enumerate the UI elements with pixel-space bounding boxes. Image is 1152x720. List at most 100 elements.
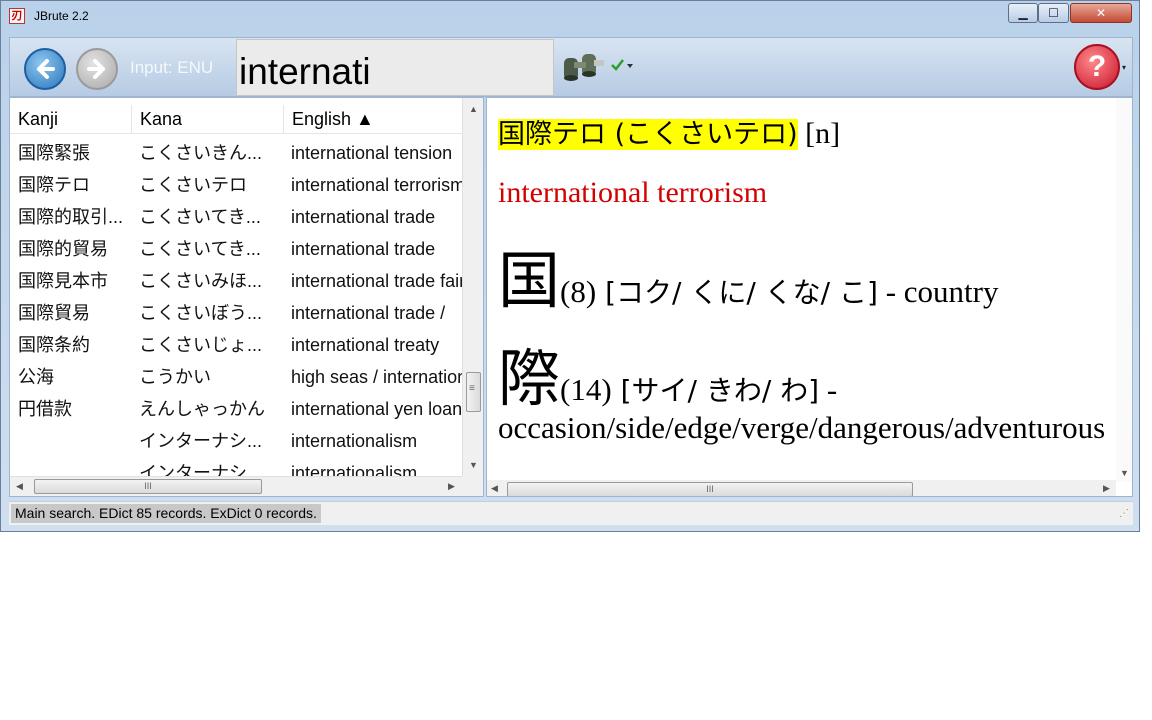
table-row[interactable]: 国際見本市 こくさいみほ... international trade fair [10, 265, 462, 297]
cell-kana: こうかい [139, 367, 211, 387]
arrow-right-icon [87, 59, 105, 79]
kanji-entry: 国(8) [コク/ くに/ くな/ こ] - country [498, 230, 998, 320]
toolbar: Input: ENU ? ▾ [9, 37, 1133, 97]
cell-kanji: 国際見本市 [18, 271, 108, 291]
kanji-char: 国 [498, 244, 561, 317]
cell-kana: えんしゃっかん [139, 399, 265, 419]
cell-english: internationalism [291, 463, 418, 477]
scroll-right-icon[interactable]: ▶ [1103, 483, 1110, 494]
scroll-left-icon[interactable]: ◀ [16, 481, 23, 492]
app-window: 刃 JBrute 2.2 ▁ ☐ ✕ Input: ENU ? ▾ [0, 0, 1140, 532]
kanji-entry: 際(14) [サイ/ きわ/ わ] - [498, 328, 837, 418]
cell-english: international trade / [291, 303, 446, 323]
table-row[interactable]: インターナシ... internationalism [10, 457, 462, 477]
help-button[interactable]: ? [1074, 44, 1120, 90]
table-row[interactable]: 国際的取引... こくさいてき... international trade [10, 201, 462, 233]
cell-english: international tension [291, 143, 453, 163]
list-horizontal-scrollbar[interactable]: ◀ III ▶ [10, 476, 462, 496]
table-row[interactable]: 公海 こうかい high seas / international [10, 361, 462, 393]
table-row[interactable]: インターナシ... internationalism [10, 425, 462, 457]
list-vertical-scrollbar[interactable]: ▲ ≡ ▼ [462, 98, 483, 476]
cell-english: international trade [291, 207, 436, 227]
kanji-meaning: - country [877, 274, 999, 309]
cell-english: international yen loan [291, 399, 462, 419]
grip-icon: ≡ [469, 383, 475, 394]
search-input[interactable] [236, 39, 554, 96]
cell-kana: こくさいてき... [139, 239, 261, 259]
table-row[interactable]: 国際条約 こくさいじょ... international treaty [10, 329, 462, 361]
kanji-meaning: - [819, 372, 838, 407]
check-dropdown-icon[interactable] [610, 58, 634, 72]
resize-grip-icon[interactable]: ⋰ [1119, 508, 1129, 519]
vertical-scroll-thumb[interactable]: ≡ [466, 372, 481, 412]
table-row[interactable]: 円借款 えんしゃっかん international yen loan [10, 393, 462, 425]
cell-kana: こくさいみほ... [139, 271, 263, 291]
back-button[interactable] [24, 48, 66, 90]
close-button[interactable]: ✕ [1070, 3, 1132, 23]
cell-english: international treaty [291, 335, 440, 355]
cell-english: internationalism [291, 431, 418, 451]
cell-kanji: 公海 [18, 367, 54, 387]
kanji-meaning-continued: occasion/side/edge/verge/dangerous/adven… [498, 410, 1106, 445]
cell-english: international trade [291, 239, 436, 259]
minimize-button[interactable]: ▁ [1008, 3, 1038, 23]
scroll-corner [462, 476, 483, 496]
maximize-button[interactable]: ☐ [1038, 3, 1069, 23]
kanji-readings: [サイ/ きわ/ わ] [611, 374, 820, 407]
cell-kanji: 円借款 [18, 399, 72, 419]
cell-kanji: 国際緊張 [18, 143, 90, 163]
headword-highlight: 国際テロ (こくさいテロ) [498, 119, 798, 150]
cell-english: high seas / international [291, 367, 462, 387]
cell-english: international terrorism [291, 175, 462, 195]
scroll-left-icon[interactable]: ◀ [491, 483, 498, 494]
scroll-right-icon[interactable]: ▶ [448, 481, 455, 492]
title-bar[interactable]: 刃 JBrute 2.2 ▁ ☐ ✕ [1, 1, 1139, 31]
horizontal-scroll-thumb[interactable]: III [34, 479, 262, 494]
cell-kana: こくさいテロ [139, 175, 247, 195]
cell-kanji: 国際条約 [18, 335, 90, 355]
result-rows: 国際緊張 こくさいきん... international tension 国際テロこ… [10, 137, 462, 477]
entry-detail-pane: 国際テロ (こくさいテロ) [n] international terroris… [486, 97, 1133, 497]
kanji-strokes: (14) [560, 372, 612, 407]
kanji-char: 際 [498, 342, 561, 415]
part-of-speech: [n] [797, 117, 841, 150]
results-list: Kanji Kana English ▲ 国際緊張 こくさいきん... intern… [9, 97, 484, 497]
table-row[interactable]: 国際テロ こくさいテロ international terrorism [10, 169, 462, 201]
cell-kana: こくさいぼう... [139, 303, 263, 323]
entry-headword: 国際テロ (こくさいテロ) [n] [498, 112, 840, 151]
cell-kana: こくさいじょ... [139, 335, 263, 355]
status-bar: Main search. EDict 85 records. ExDict 0 … [9, 501, 1133, 525]
column-header-english[interactable]: English ▲ [284, 105, 464, 133]
horizontal-scroll-thumb[interactable]: III [507, 482, 913, 496]
table-row[interactable]: 国際緊張 こくさいきん... international tension [10, 137, 462, 169]
entry-meaning: international terrorism [498, 176, 768, 209]
help-dropdown-icon[interactable]: ▾ [1122, 63, 1126, 72]
forward-button[interactable] [76, 48, 118, 90]
cell-kana: インターナシ... [139, 431, 263, 451]
column-header-kana[interactable]: Kana [132, 105, 284, 133]
window-title: JBrute 2.2 [34, 9, 89, 23]
detail-horizontal-scrollbar[interactable]: ◀ III ▶ [487, 480, 1116, 496]
table-row[interactable]: 国際的貿易 こくさいてき... international trade [10, 233, 462, 265]
detail-vertical-scrollbar[interactable]: ▼ [1116, 98, 1132, 482]
scroll-up-icon[interactable]: ▲ [469, 104, 478, 114]
column-header-kanji[interactable]: Kanji [10, 105, 132, 133]
column-headers: Kanji Kana English ▲ [10, 105, 462, 134]
headword-reading: テロ (こくさいテロ) [552, 119, 798, 150]
binoculars-icon[interactable] [558, 48, 608, 84]
input-mode-label[interactable]: Input: ENU [130, 58, 213, 78]
cell-kana: インターナシ... [139, 463, 263, 477]
kanji-strokes: (8) [560, 274, 597, 309]
kanji-readings: [コク/ くに/ くな/ こ] [596, 276, 878, 309]
cell-kanji: 国際的取引... [18, 207, 124, 227]
arrow-left-icon [37, 59, 55, 79]
scroll-down-icon[interactable]: ▼ [469, 460, 478, 470]
status-text: Main search. EDict 85 records. ExDict 0 … [11, 504, 321, 523]
cell-kana: こくさいてき... [139, 207, 261, 227]
cell-kana: こくさいきん... [139, 143, 263, 163]
scroll-down-icon[interactable]: ▼ [1120, 468, 1129, 478]
cell-kanji: 国際テロ [18, 175, 90, 195]
cell-kanji: 国際貿易 [18, 303, 90, 323]
table-row[interactable]: 国際貿易 こくさいぼう... international trade / [10, 297, 462, 329]
app-icon[interactable]: 刃 [9, 8, 25, 24]
